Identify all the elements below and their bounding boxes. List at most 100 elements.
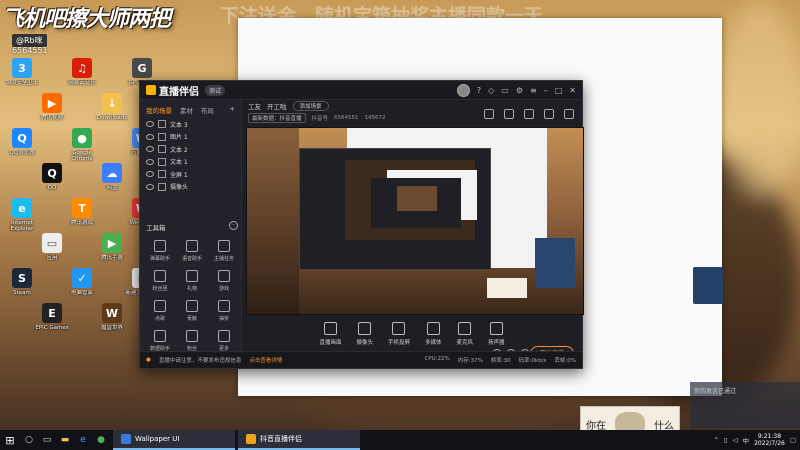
visibility-icon[interactable] [146,133,154,140]
taskbar-app-live[interactable]: 抖音直播伴侣 [238,430,360,450]
tool-icon [186,330,198,342]
layer-label: 文本 3 [170,121,188,129]
desktop-icon-label: Downloads [96,115,128,121]
toolbox-item[interactable]: 主播任务 [208,240,240,262]
maximize-icon[interactable]: □ [555,86,563,95]
tab-materials[interactable]: 素材 [180,105,193,115]
visibility-icon[interactable] [146,121,154,128]
desktop-icon-label: 魔兽世界 [100,325,123,331]
preview-overlay [535,238,575,288]
add-source-icon[interactable]: + [230,105,235,115]
clock[interactable]: 9:21:38 2022/7/26 [754,433,785,447]
chrome-icon[interactable]: ● [92,430,110,450]
app-icon: ▶ [102,233,122,253]
source-type-icon [158,145,166,154]
control-camera[interactable]: 摄像头 [356,322,373,346]
toolbox-title: 工具箱 [146,224,166,232]
scene-select[interactable]: 开工啦 [267,101,287,111]
toolbox-item[interactable]: 点歌 [144,300,176,322]
desktop-icon-label: 腾讯视频 [40,115,63,121]
menu-icon[interactable]: ≡ [530,86,537,95]
gift-icon[interactable]: ◇ [488,86,494,95]
toolbox-item[interactable]: 游戏 [208,270,240,292]
microphone-icon [458,322,472,335]
app-titlebar: 直播伴侣 测试 ? ◇ ▭ ⚙ ≡ – □ ✕ [140,81,582,100]
desktop-icon-label: 360安全卫士 [5,80,39,86]
tab-layout[interactable]: 布局 [201,105,214,115]
grid-icon[interactable] [484,109,494,119]
lock-icon[interactable] [504,109,514,119]
close-icon[interactable]: ✕ [569,86,576,95]
toolbox-item[interactable]: 礼物 [176,270,208,292]
tool-label: 礼物 [186,286,197,292]
network-icon[interactable]: ▯ [724,436,728,444]
minimize-icon[interactable]: – [544,86,548,95]
toolbox-item[interactable]: 抽奖 [208,300,240,322]
toolbox-item[interactable]: 粉丝团 [144,270,176,292]
scene-label: 工友 [248,103,261,111]
status-link[interactable]: 点击查看详情 [249,356,282,364]
beauty-icon[interactable] [524,109,534,119]
tool-icon [218,300,230,312]
account-avatar[interactable] [456,83,470,97]
layer-item[interactable]: 文本 1 [140,156,241,169]
live-preview[interactable] [246,127,584,315]
help-icon[interactable]: ? [477,86,481,95]
control-label: 直播画面 [319,340,342,346]
taskbar-app-wallpaper[interactable]: Wallpaper UI [113,430,235,450]
toolbox-item[interactable]: 贡献 [176,300,208,322]
control-speaker[interactable]: 扬声器 [488,322,505,346]
tab-my-scenes[interactable]: 我的场景 [146,105,172,115]
visibility-icon[interactable] [146,183,154,190]
stat-item: 丢帧:0% [554,358,576,364]
visibility-icon[interactable] [146,171,154,178]
control-media[interactable]: 多媒体 [425,322,442,346]
info-pill: 最新数据：抖音直播 [248,113,306,123]
toolbox-item[interactable]: 弹幕助手 [144,240,176,262]
file-explorer-icon[interactable]: ▬ [56,430,74,450]
titlebar-controls: ? ◇ ▭ ⚙ ≡ – □ ✕ [456,83,576,97]
layer-label: 文本 2 [170,146,188,154]
visibility-icon[interactable] [146,158,154,165]
control-screen[interactable]: 直播画面 [319,322,341,346]
app-icon: ↓ [102,93,122,113]
taskbar: ⊞ ○ ▭ ▬ e ● Wallpaper UI 抖音直播伴侣 ⌃ ▯ ◁ 中 … [0,430,800,450]
toolbox-item[interactable]: 更多 [208,330,240,352]
layer-item[interactable]: 文本 3 [140,118,241,131]
task-view-icon[interactable]: ▭ [38,430,56,450]
app-logo-icon [146,85,156,95]
notification-center-icon[interactable]: ▢ [790,436,796,444]
layer-item[interactable]: 全屏 1 [140,168,241,181]
start-button[interactable]: ⊞ [0,430,20,450]
toolbox-collapse-icon[interactable]: – [229,221,238,230]
layer-item[interactable]: 摄像头 [140,181,241,194]
source-type-icon [158,170,166,179]
edge-icon[interactable]: e [74,430,92,450]
control-label: 多媒体 [425,340,442,346]
input-method[interactable]: 中 [743,435,750,445]
tool-label: 游戏 [218,286,229,292]
toolbox-item[interactable]: 数据助手 [144,330,176,352]
tray-up-arrow-icon[interactable]: ⌃ [714,436,719,444]
message-icon[interactable]: ▭ [501,86,509,95]
control-phone[interactable]: 手机投屏 [388,322,410,346]
tool-label: 粉丝团 [152,286,168,292]
bell-icon[interactable] [544,109,554,119]
share-icon[interactable] [564,109,574,119]
search-icon[interactable]: ○ [20,430,38,450]
taskbar-app-label: Wallpaper UI [135,435,180,443]
settings-icon[interactable]: ⚙ [516,86,523,95]
toast-notification[interactable]: 你的发言已通过 [690,382,800,428]
toolbox-item[interactable]: 粉丝 [176,330,208,352]
app-icon: W [102,303,122,323]
layer-item[interactable]: 文本 2 [140,143,241,156]
visibility-icon[interactable] [146,146,154,153]
control-mic[interactable]: 麦克风 [457,322,473,346]
volume-icon[interactable]: ◁ [733,436,738,444]
layer-item[interactable]: 图片 1 [140,131,241,144]
toast-title: 你的发言已通过 [694,388,737,395]
app-icon: ● [72,128,92,148]
toolbox-item[interactable]: 语音助手 [176,240,208,262]
add-scene-button[interactable]: 添加场景 [292,101,329,111]
tool-label: 语音助手 [181,256,202,262]
